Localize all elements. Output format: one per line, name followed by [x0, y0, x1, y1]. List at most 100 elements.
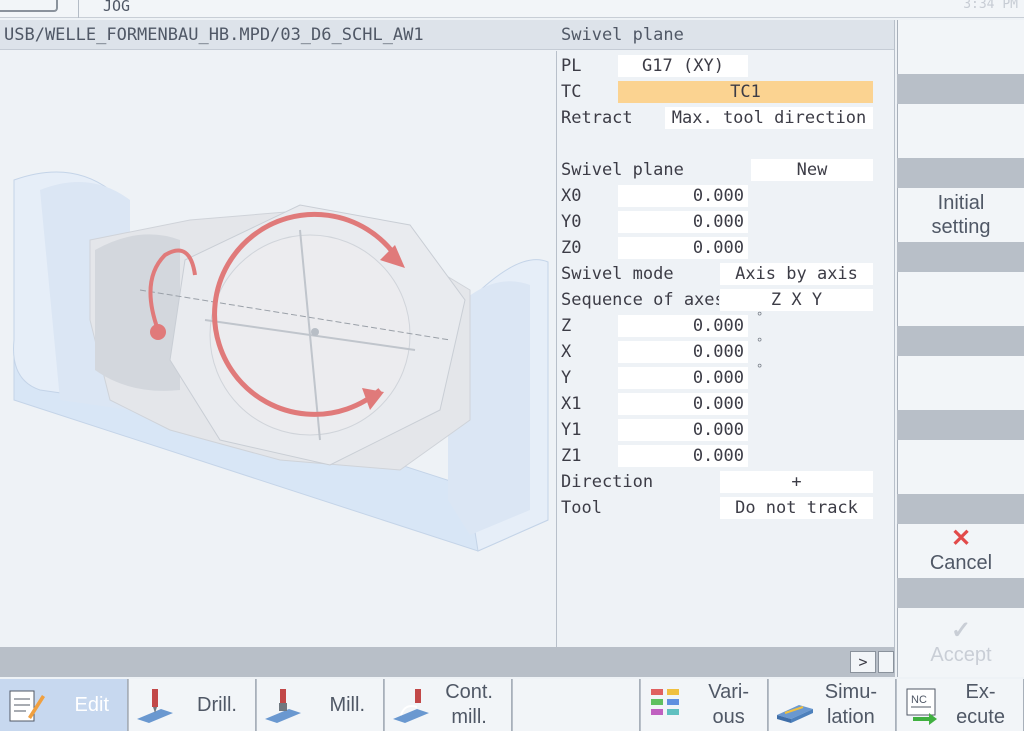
cancel-button[interactable]: ✕ Cancel: [897, 524, 1024, 578]
simulation-icon: [777, 705, 813, 723]
top-status-bar: JOG 3:34 PM: [0, 0, 1024, 18]
vertical-softkey-5[interactable]: [897, 356, 1024, 410]
bottom-strip: [0, 647, 895, 677]
label-swivel-plane: Swivel plane: [561, 160, 684, 180]
z-angle-field[interactable]: 0.000: [618, 315, 748, 337]
edit-button[interactable]: Edit: [0, 679, 128, 731]
parameter-form: Swivel plane PL G17 (XY) TC TC1 Retract …: [557, 20, 895, 647]
swivel-mode-field[interactable]: Axis by axis: [720, 263, 873, 285]
degree-unit: °: [756, 362, 764, 376]
label-y1: Y1: [561, 420, 582, 440]
channel-tab: [0, 0, 58, 12]
label-pl: PL: [561, 56, 582, 76]
horizontal-softkey-bar: Edit Drill. Mill. Cont. mill. Vari- ous: [0, 679, 1024, 731]
accept-button[interactable]: ✓ Accept: [897, 608, 1024, 677]
retract-field[interactable]: Max. tool direction: [665, 107, 873, 129]
simulation-button[interactable]: Simu- lation: [769, 679, 896, 731]
vertical-softkey-bar: Initial setting ✕ Cancel ✓ Accept: [897, 20, 1024, 677]
row-z-angle: Z 0.000 °: [557, 310, 895, 338]
z0-field[interactable]: 0.000: [618, 237, 748, 259]
row-tool: Tool Do not track: [557, 496, 895, 520]
label-x-angle: X: [561, 342, 572, 362]
svg-text:NC: NC: [911, 694, 927, 706]
row-pl: PL G17 (XY): [557, 54, 895, 78]
contour-mill-button[interactable]: Cont. mill.: [385, 679, 512, 731]
softkey-label: Cont. mill.: [445, 681, 493, 728]
label-swivel-mode: Swivel mode: [561, 264, 674, 284]
y-angle-field[interactable]: 0.000: [618, 367, 748, 389]
contour-mill-icon: [393, 689, 429, 723]
softkey-label: Initial setting: [931, 192, 991, 238]
row-tc: TC TC1: [557, 80, 895, 104]
softkey-label: Mill.: [329, 693, 365, 716]
y0-field[interactable]: 0.000: [618, 211, 748, 233]
label-retract: Retract: [561, 108, 633, 128]
mill-icon: [265, 689, 301, 723]
tc-field[interactable]: TC1: [618, 81, 873, 103]
x1-field[interactable]: 0.000: [618, 393, 748, 415]
mill-button[interactable]: Mill.: [257, 679, 384, 731]
softkey-label: Vari- ous: [708, 681, 749, 728]
softkey-label: Drill.: [197, 693, 237, 716]
horizontal-softkey-5[interactable]: [513, 679, 640, 731]
execute-button[interactable]: NC Ex- ecute: [897, 679, 1024, 731]
x-angle-field[interactable]: 0.000: [618, 341, 748, 363]
swivel-table-illustration: [13, 171, 549, 552]
drill-button[interactable]: Drill.: [129, 679, 256, 731]
vertical-softkey-4[interactable]: [897, 272, 1024, 326]
swivel-help-graphic: [0, 51, 557, 647]
row-sequence-of-axes: Sequence of axes Z X Y: [557, 288, 895, 312]
row-y1: Y1 0.000: [557, 418, 895, 442]
label-direction: Direction: [561, 472, 654, 492]
label-tc: TC: [561, 82, 582, 102]
form-title: Swivel plane: [557, 20, 894, 50]
label-y-angle: Y: [561, 368, 572, 388]
cancel-icon: ✕: [950, 525, 972, 552]
program-path: USB/WELLE_FORMENBAU_HB.MPD/03_D6_SCHL_AW…: [0, 20, 557, 50]
label-x0: X0: [561, 186, 582, 206]
softkey-label: Cancel: [929, 552, 993, 574]
sequence-of-axes-field[interactable]: Z X Y: [720, 289, 873, 311]
label-z-angle: Z: [561, 316, 572, 336]
row-swivel-plane: Swivel plane New: [557, 158, 895, 182]
mode-indicator: JOG: [78, 0, 160, 18]
various-button[interactable]: Vari- ous: [641, 679, 768, 731]
row-x0: X0 0.000: [557, 184, 895, 208]
label-z1: Z1: [561, 446, 582, 466]
swivel-plane-field[interactable]: New: [751, 159, 873, 181]
vertical-softkey-1[interactable]: [897, 20, 1024, 74]
row-z0: Z0 0.000: [557, 236, 895, 260]
direction-field[interactable]: +: [720, 471, 873, 493]
row-z1: Z1 0.000: [557, 444, 895, 468]
initial-setting-button[interactable]: Initial setting: [897, 188, 1024, 242]
drill-icon: [137, 689, 173, 723]
label-y0: Y0: [561, 212, 582, 232]
pl-field[interactable]: G17 (XY): [618, 55, 748, 77]
label-z0: Z0: [561, 238, 582, 258]
row-direction: Direction +: [557, 470, 895, 494]
various-icon: [651, 689, 679, 715]
row-y-angle: Y 0.000 °: [557, 362, 895, 390]
row-x1: X1 0.000: [557, 392, 895, 416]
row-retract: Retract Max. tool direction: [557, 106, 895, 130]
tool-field[interactable]: Do not track: [720, 497, 873, 519]
vertical-softkey-2[interactable]: [897, 104, 1024, 158]
softkey-label: Simu- lation: [824, 681, 877, 728]
y1-field[interactable]: 0.000: [618, 419, 748, 441]
vertical-softkey-6[interactable]: [897, 440, 1024, 494]
check-icon: ✓: [950, 616, 972, 644]
row-x-angle: X 0.000 °: [557, 336, 895, 364]
label-sequence-of-axes: Sequence of axes: [561, 290, 719, 310]
softkey-label: Accept: [930, 643, 992, 666]
edit-icon: [9, 690, 45, 722]
strip-end: [878, 651, 894, 673]
z1-field[interactable]: 0.000: [618, 445, 748, 467]
row-swivel-mode: Swivel mode Axis by axis: [557, 262, 895, 286]
nc-execute-icon: NC: [906, 688, 937, 725]
x0-field[interactable]: 0.000: [618, 185, 748, 207]
label-tool: Tool: [561, 498, 602, 518]
degree-unit: °: [756, 336, 764, 350]
label-x1: X1: [561, 394, 582, 414]
softkey-label: Ex- ecute: [956, 681, 1005, 728]
expand-button[interactable]: >: [850, 651, 876, 673]
